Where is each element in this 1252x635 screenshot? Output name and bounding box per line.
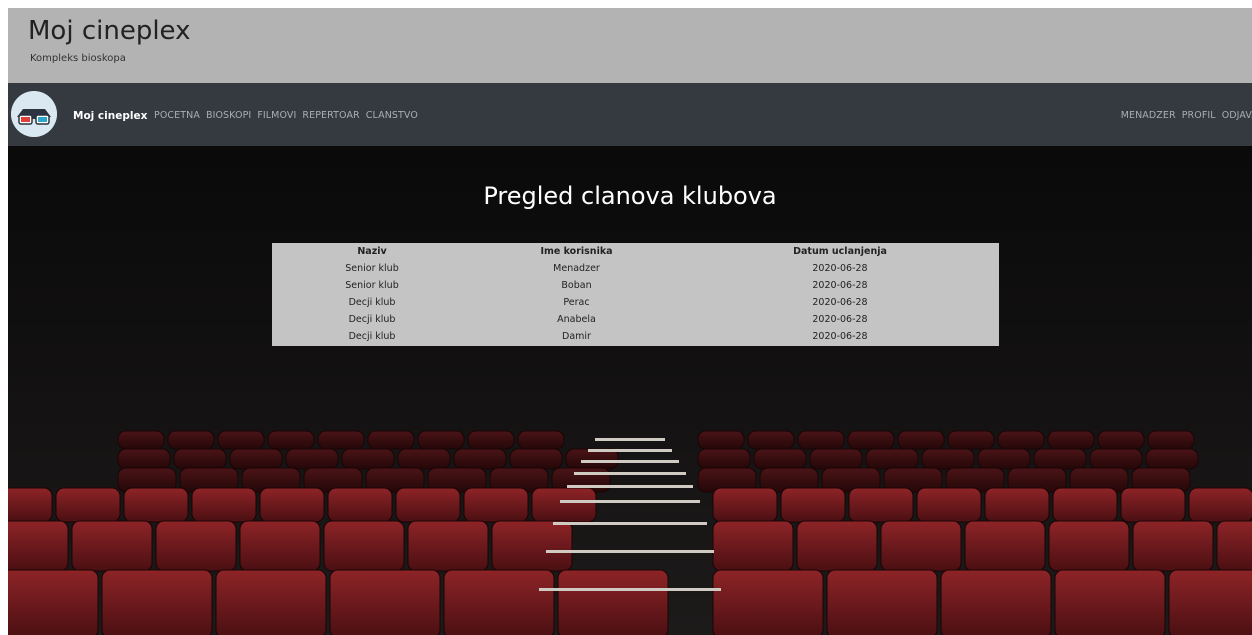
nav-bioskopi[interactable]: BIOSKOPI — [206, 110, 251, 121]
table-row: Decji klub Anabela 2020-06-28 — [272, 311, 999, 328]
cell-ime-korisnika: Damir — [562, 331, 591, 342]
cell-ime-korisnika: Boban — [561, 280, 592, 291]
table-row: Senior klub Menadzer 2020-06-28 — [272, 260, 999, 277]
navbar: Moj cineplex POCETNA BIOSKOPI FILMOVI RE… — [8, 83, 1252, 146]
jumbotron: Moj cineplex Kompleks bioskopa — [8, 8, 1252, 83]
members-table: Naziv Ime korisnika Datum uclanjenja Sen… — [272, 243, 999, 346]
nav-profil[interactable]: PROFIL — [1182, 110, 1216, 121]
cell-naziv: Decji klub — [348, 331, 396, 342]
table-header-row: Naziv Ime korisnika Datum uclanjenja — [272, 243, 999, 260]
members-heading: Pregled clanova klubova — [483, 182, 777, 210]
nav-odjava[interactable]: ODJAVA — [1222, 110, 1252, 121]
table-row: Senior klub Boban 2020-06-28 — [272, 277, 999, 294]
cinema-background: Pregled clanova klubova Naziv Ime korisn… — [8, 146, 1252, 635]
nav-menadzer[interactable]: MENADZER — [1121, 110, 1176, 121]
cell-datum: 2020-06-28 — [812, 297, 868, 308]
nav-clanstvo[interactable]: CLANSTVO — [366, 110, 418, 121]
nav-links-left: POCETNA BIOSKOPI FILMOVI REPERTOAR CLANS… — [154, 110, 418, 121]
table-row: Decji klub Damir 2020-06-28 — [272, 328, 999, 345]
cinema-seats-illustration — [8, 146, 1252, 635]
table-row: Decji klub Perac 2020-06-28 — [272, 294, 999, 311]
cell-datum: 2020-06-28 — [812, 331, 868, 342]
column-header-datum-uclanjenja: Datum uclanjenja — [793, 246, 887, 257]
navbar-brand[interactable]: Moj cineplex — [73, 110, 147, 122]
cell-ime-korisnika: Menadzer — [553, 263, 600, 274]
cell-naziv: Decji klub — [348, 314, 396, 325]
cell-naziv: Senior klub — [345, 263, 399, 274]
nav-pocetna[interactable]: POCETNA — [154, 110, 200, 121]
cell-naziv: Senior klub — [345, 280, 399, 291]
3d-glasses-icon[interactable] — [11, 91, 57, 137]
nav-links-right: MENADZER PROFIL ODJAVA — [1121, 110, 1252, 121]
nav-filmovi[interactable]: FILMOVI — [257, 110, 296, 121]
cell-datum: 2020-06-28 — [812, 280, 868, 291]
column-header-naziv: Naziv — [357, 246, 387, 257]
cell-datum: 2020-06-28 — [812, 314, 868, 325]
page-subtitle: Kompleks bioskopa — [30, 53, 126, 64]
cell-ime-korisnika: Anabela — [557, 314, 596, 325]
cell-naziv: Decji klub — [348, 297, 396, 308]
page: Moj cineplex Kompleks bioskopa Moj cinep… — [8, 8, 1252, 635]
cell-ime-korisnika: Perac — [563, 297, 590, 308]
cell-datum: 2020-06-28 — [812, 263, 868, 274]
nav-repertoar[interactable]: REPERTOAR — [302, 110, 359, 121]
page-title: Moj cineplex — [28, 16, 191, 46]
column-header-ime-korisnika: Ime korisnika — [540, 246, 613, 257]
